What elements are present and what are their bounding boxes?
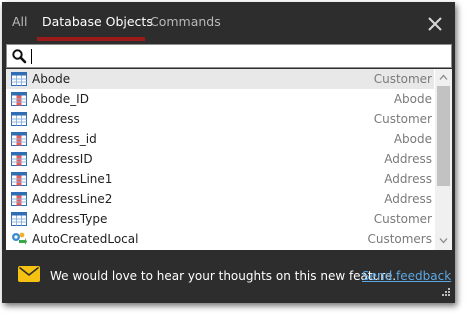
column-icon — [11, 91, 27, 107]
result-name: Abode_ID — [32, 92, 89, 106]
column-icon — [11, 151, 27, 167]
column-icon — [11, 171, 27, 187]
scroll-down-icon[interactable] — [439, 236, 448, 245]
close-button[interactable] — [424, 13, 446, 35]
result-owner: Customer — [373, 212, 432, 226]
vertical-scrollbar[interactable] — [435, 69, 452, 250]
scroll-thumb[interactable] — [437, 86, 450, 186]
result-name: AddressType — [32, 212, 108, 226]
resize-grip-icon[interactable] — [439, 287, 451, 299]
result-owner: Address — [384, 152, 432, 166]
result-row[interactable]: Address_id Abode — [6, 129, 434, 149]
result-name: AutoCreatedLocal — [32, 232, 139, 246]
result-row[interactable]: Abode Customer — [6, 69, 434, 89]
active-tab-indicator — [37, 37, 145, 41]
result-name: Address — [32, 112, 80, 126]
result-owner: Address — [384, 172, 432, 186]
search-box — [6, 44, 452, 68]
result-name: AddressLine2 — [32, 192, 113, 206]
quick-search-popup: All Database Objects Commands Abode Custo… — [2, 2, 455, 303]
mail-icon — [18, 266, 40, 282]
search-icon — [12, 49, 27, 64]
result-name: Address_id — [32, 132, 97, 146]
result-name: AddressLine1 — [32, 172, 113, 186]
feedback-message: We would love to hear your thoughts on t… — [50, 269, 397, 283]
send-feedback-link[interactable]: Send feedback — [362, 269, 451, 283]
result-row[interactable]: AddressID Address — [6, 149, 434, 169]
route-icon — [11, 231, 27, 247]
result-owner: Customer — [373, 112, 432, 126]
search-input[interactable] — [29, 47, 444, 65]
result-row[interactable]: Abode_ID Abode — [6, 89, 434, 109]
tab-all[interactable]: All — [12, 14, 28, 29]
result-name: Abode — [32, 72, 71, 86]
feedback-bar: We would love to hear your thoughts on t… — [2, 250, 455, 303]
result-owner: Address — [384, 192, 432, 206]
table-icon — [11, 111, 27, 127]
result-row[interactable]: AddressLine2 Address — [6, 189, 434, 209]
scroll-up-icon[interactable] — [439, 73, 448, 82]
result-owner: Customers — [367, 232, 432, 246]
column-icon — [11, 191, 27, 207]
table-icon — [11, 211, 27, 227]
result-owner: Abode — [393, 92, 432, 106]
close-icon — [428, 17, 442, 31]
tab-bar: All Database Objects Commands — [2, 2, 455, 43]
result-owner: Customer — [373, 72, 432, 86]
table-icon — [11, 71, 27, 87]
result-row[interactable]: AddressLine1 Address — [6, 169, 434, 189]
result-row[interactable]: AutoCreatedLocal Customers — [6, 229, 434, 249]
result-owner: Abode — [393, 132, 432, 146]
result-row[interactable]: Address Customer — [6, 109, 434, 129]
column-icon — [11, 131, 27, 147]
tab-database-objects[interactable]: Database Objects — [42, 14, 153, 29]
text-caret — [31, 49, 32, 64]
result-name: AddressID — [32, 152, 93, 166]
result-row[interactable]: AddressType Customer — [6, 209, 434, 229]
tab-commands[interactable]: Commands — [150, 14, 221, 29]
results-list: Abode Customer Abode_ID Abode Address Custome… — [6, 69, 452, 250]
